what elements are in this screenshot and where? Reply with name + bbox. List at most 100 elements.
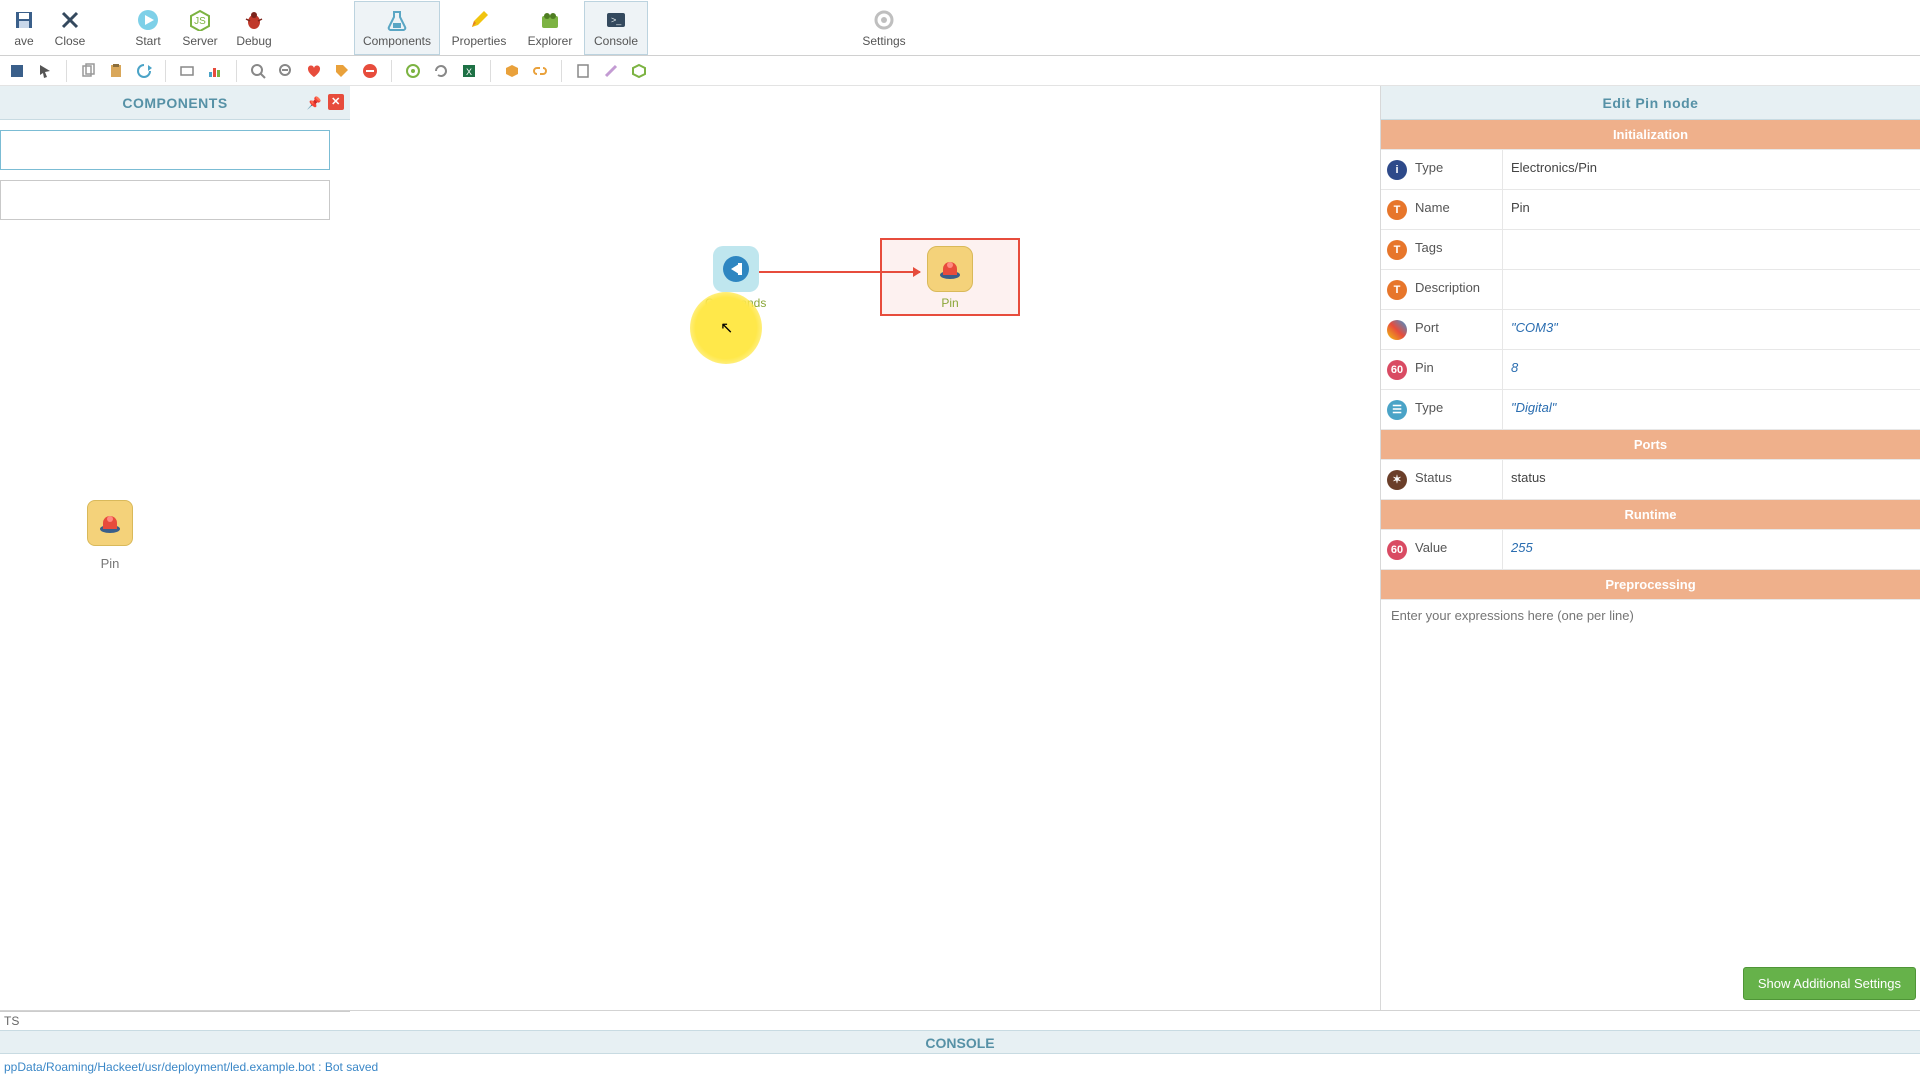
clipboard2-icon[interactable]: [572, 60, 594, 82]
graph-canvas[interactable]: Commands Pin ↖: [350, 86, 1380, 1010]
save-button[interactable]: ave: [4, 1, 44, 55]
prop-value[interactable]: [1503, 230, 1920, 269]
secondary-toolbar: X: [0, 56, 1920, 86]
gear-icon: [872, 8, 896, 32]
tab-console[interactable]: >_ Console: [584, 1, 648, 55]
prop-row-port[interactable]: Port "COM3": [1381, 310, 1920, 350]
close-button[interactable]: Close: [46, 1, 94, 55]
settings-label: Settings: [862, 34, 905, 48]
components-palette: Pin: [0, 500, 350, 571]
node-commands[interactable]: Commands: [705, 246, 766, 310]
chart-icon[interactable]: [204, 60, 226, 82]
properties-label: Properties: [452, 34, 507, 48]
properties-title-text: Edit Pin node: [1603, 95, 1699, 111]
paste-icon[interactable]: [105, 60, 127, 82]
reload-icon[interactable]: [430, 60, 452, 82]
prop-row-type: i Type Electronics/Pin: [1381, 150, 1920, 190]
debug-label: Debug: [236, 34, 271, 48]
heart-icon[interactable]: [303, 60, 325, 82]
cursor-tool-icon[interactable]: [34, 60, 56, 82]
components-filter-input[interactable]: [0, 180, 330, 220]
commands-node-icon: [713, 246, 759, 292]
server-button[interactable]: JS Server: [174, 1, 226, 55]
start-label: Start: [135, 34, 160, 48]
console-block: TS CONSOLE ppData/Roaming/Hackeet/usr/de…: [0, 1010, 1920, 1080]
settings-button[interactable]: Settings: [852, 1, 916, 55]
play-icon: [136, 8, 160, 32]
components-panel: COMPONENTS 📌 ✕ Pin: [0, 86, 350, 1010]
palette-item-label: Pin: [80, 556, 140, 571]
prop-label: Name: [1409, 190, 1503, 229]
console-icon: >_: [604, 8, 628, 32]
console-ts-label: TS: [0, 1012, 1920, 1030]
pencil-icon: [467, 8, 491, 32]
tab-explorer[interactable]: Explorer: [518, 1, 582, 55]
prop-row-value[interactable]: 60 Value 255: [1381, 530, 1920, 570]
prop-row-description[interactable]: T Description: [1381, 270, 1920, 310]
link-icon[interactable]: [529, 60, 551, 82]
section-preprocessing: Preprocessing: [1381, 570, 1920, 600]
pin-node-icon: [927, 246, 973, 292]
type-row-icon: i: [1387, 160, 1407, 180]
tab-components[interactable]: Components: [354, 1, 440, 55]
prop-label: Value: [1409, 530, 1503, 569]
excel-icon[interactable]: X: [458, 60, 480, 82]
console-title: CONSOLE: [0, 1030, 1920, 1054]
cursor-pointer-icon: ↖: [720, 318, 733, 338]
tag-icon[interactable]: [331, 60, 353, 82]
wand-icon[interactable]: [600, 60, 622, 82]
properties-panel: Edit Pin node Initialization i Type Elec…: [1380, 86, 1920, 1010]
zoom-in-icon[interactable]: [247, 60, 269, 82]
server-label: Server: [182, 34, 217, 48]
palette-item-pin[interactable]: Pin: [80, 500, 140, 571]
components-search-input[interactable]: [0, 130, 330, 170]
prop-value[interactable]: 255: [1503, 530, 1920, 569]
console-log-line: ppData/Roaming/Hackeet/usr/deployment/le…: [0, 1054, 1920, 1080]
hex-icon[interactable]: [628, 60, 650, 82]
prop-value[interactable]: "Digital": [1503, 390, 1920, 429]
prop-value[interactable]: Pin: [1503, 190, 1920, 229]
explorer-label: Explorer: [528, 34, 573, 48]
value-row-icon: 60: [1387, 540, 1407, 560]
close-panel-icon[interactable]: ✕: [328, 94, 344, 110]
show-additional-button[interactable]: Show Additional Settings: [1743, 967, 1916, 1000]
type2-row-icon: ☰: [1387, 400, 1407, 420]
save-icon: [12, 8, 36, 32]
debug-button[interactable]: Debug: [228, 1, 280, 55]
prop-label: Pin: [1409, 350, 1503, 389]
prop-row-status[interactable]: ✶ Status status: [1381, 460, 1920, 500]
target-icon[interactable]: [402, 60, 424, 82]
prop-value[interactable]: status: [1503, 460, 1920, 499]
preprocessing-textarea[interactable]: [1381, 600, 1920, 760]
prop-label: Tags: [1409, 230, 1503, 269]
prop-value[interactable]: "COM3": [1503, 310, 1920, 349]
svg-text:>_: >_: [611, 15, 622, 25]
prop-row-name[interactable]: T Name Pin: [1381, 190, 1920, 230]
prop-row-tags[interactable]: T Tags: [1381, 230, 1920, 270]
explorer-icon: [538, 8, 562, 32]
name-row-icon: T: [1387, 200, 1407, 220]
start-button[interactable]: Start: [124, 1, 172, 55]
rect-tool-icon[interactable]: [176, 60, 198, 82]
prop-value[interactable]: 8: [1503, 350, 1920, 389]
node-pin[interactable]: Pin: [927, 246, 973, 310]
close-icon: [58, 8, 82, 32]
zoom-out-icon[interactable]: [275, 60, 297, 82]
prop-row-pin[interactable]: 60 Pin 8: [1381, 350, 1920, 390]
cube-icon[interactable]: [501, 60, 523, 82]
tab-properties[interactable]: Properties: [442, 1, 516, 55]
pin-row-icon: 60: [1387, 360, 1407, 380]
prop-value[interactable]: [1503, 270, 1920, 309]
copy-icon[interactable]: [77, 60, 99, 82]
properties-panel-title: Edit Pin node: [1381, 86, 1920, 120]
strip-icon-1[interactable]: [6, 60, 28, 82]
prop-row-type2[interactable]: ☰ Type "Digital": [1381, 390, 1920, 430]
section-ports: Ports: [1381, 430, 1920, 460]
console-label: Console: [594, 34, 638, 48]
desc-row-icon: T: [1387, 280, 1407, 300]
refresh-icon[interactable]: [133, 60, 155, 82]
status-row-icon: ✶: [1387, 470, 1407, 490]
stop-icon[interactable]: [359, 60, 381, 82]
close-label: Close: [55, 34, 86, 48]
pin-panel-icon[interactable]: 📌: [307, 96, 322, 110]
